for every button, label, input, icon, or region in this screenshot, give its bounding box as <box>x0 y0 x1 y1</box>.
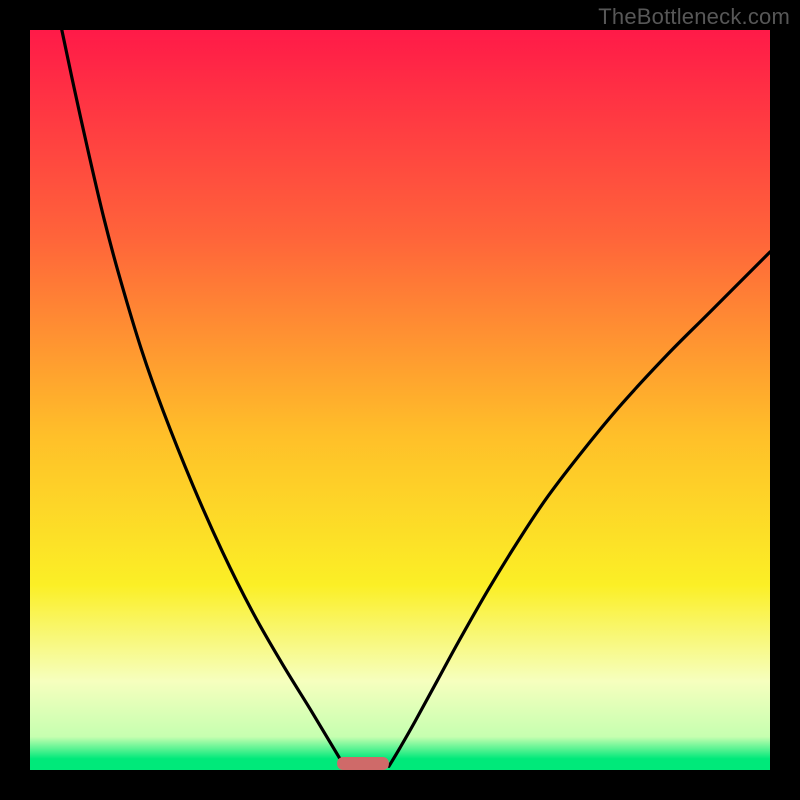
watermark-text: TheBottleneck.com <box>598 4 790 30</box>
left-branch-curve <box>62 30 345 766</box>
curve-layer <box>30 30 770 770</box>
target-marker <box>337 757 389 770</box>
plot-area <box>30 30 770 770</box>
right-branch-curve <box>389 252 770 766</box>
chart-frame: TheBottleneck.com <box>0 0 800 800</box>
